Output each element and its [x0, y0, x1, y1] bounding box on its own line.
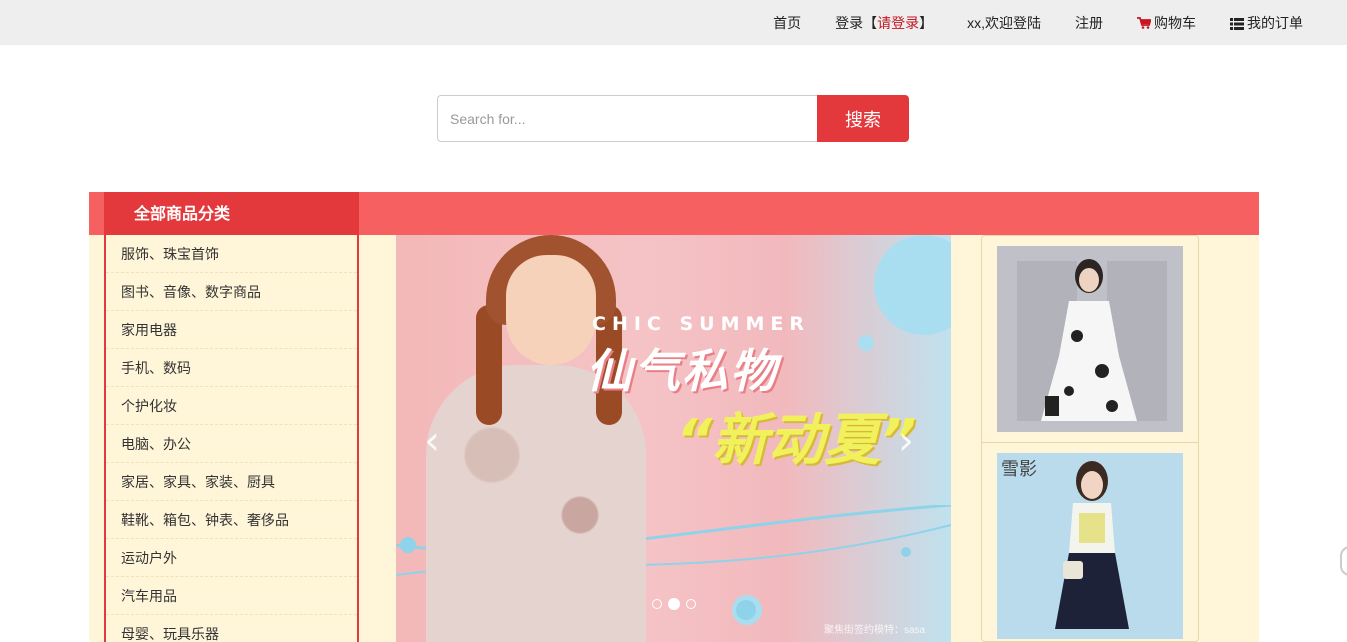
category-item[interactable]: 手机、数码 [106, 349, 357, 387]
category-item[interactable]: 汽车用品 [106, 577, 357, 615]
banner-headline-cn: 仙气私物 [586, 344, 778, 398]
nav-register-link[interactable]: 注册 [1075, 13, 1103, 33]
login-prefix: 登录【 [835, 14, 878, 31]
category-item[interactable]: 图书、音像、数字商品 [106, 273, 357, 311]
side-product-panel: 雪影 [981, 235, 1199, 642]
category-item[interactable]: 运动户外 [106, 539, 357, 577]
carousel-dot[interactable] [686, 599, 696, 609]
banner-carousel[interactable]: CHIC SUMMER 仙气私物 “新动夏” ‹ › 聚焦街签约模特：sasa [396, 235, 951, 642]
cart-label: 购物车 [1154, 14, 1196, 31]
search-input[interactable] [437, 95, 817, 142]
category-item[interactable]: 母婴、玩具乐器 [106, 615, 357, 642]
top-nav: 首页 登录【 请登录】 xx,欢迎登陆 注册 购物车 我的订单 [773, 0, 1303, 45]
category-title: 全部商品分类 [104, 192, 359, 235]
product-thumbnail[interactable]: 雪影 [997, 453, 1183, 639]
search-bar: 搜索 [437, 95, 909, 142]
category-list: 服饰、珠宝首饰 图书、音像、数字商品 家用电器 手机、数码 个护化妆 电脑、办公… [104, 235, 359, 642]
banner-model-face [506, 255, 596, 365]
banner-decoration [858, 335, 874, 351]
login-suffix: 】 [919, 14, 934, 31]
category-item[interactable]: 鞋靴、箱包、钟表、奢侈品 [106, 501, 357, 539]
carousel-dot[interactable] [652, 599, 662, 609]
top-bar: 首页 登录【 请登录】 xx,欢迎登陆 注册 购物车 我的订单 [0, 0, 1347, 45]
orders-label: 我的订单 [1247, 14, 1303, 31]
product-thumbnail[interactable] [997, 246, 1183, 432]
nav-login[interactable]: 登录【 请登录】 [835, 13, 933, 33]
category-item[interactable]: 服饰、珠宝首饰 [106, 235, 357, 273]
search-button[interactable]: 搜索 [817, 95, 909, 142]
panel-divider [982, 442, 1198, 443]
product-image [997, 246, 1183, 432]
carousel-dot-active[interactable] [668, 598, 680, 610]
category-item[interactable]: 电脑、办公 [106, 425, 357, 463]
banner-caption: 聚焦街签约模特：sasa [824, 625, 926, 636]
category-item[interactable]: 个护化妆 [106, 387, 357, 425]
banner-headline-en: CHIC SUMMER [592, 313, 811, 335]
login-link[interactable]: 请登录 [877, 13, 919, 33]
nav-home-link[interactable]: 首页 [773, 13, 801, 33]
nav-orders-link[interactable]: 我的订单 [1230, 13, 1303, 33]
category-item[interactable]: 家用电器 [106, 311, 357, 349]
chevron-right-icon[interactable]: › [898, 421, 922, 461]
nav-cart-link[interactable]: 购物车 [1137, 13, 1196, 33]
brand-logo-text: 雪影 [1001, 459, 1037, 480]
banner-subheadline-cn: “新动夏” [676, 408, 917, 473]
banner-decoration [874, 235, 951, 335]
carousel-indicators [652, 598, 702, 610]
category-item[interactable]: 家居、家具、家装、厨具 [106, 463, 357, 501]
welcome-text: xx,欢迎登陆 [967, 14, 1041, 31]
list-icon [1230, 17, 1244, 30]
floating-scroll-widget[interactable] [1340, 546, 1347, 576]
cart-icon [1137, 16, 1151, 29]
chevron-left-icon[interactable]: ‹ [424, 421, 448, 461]
